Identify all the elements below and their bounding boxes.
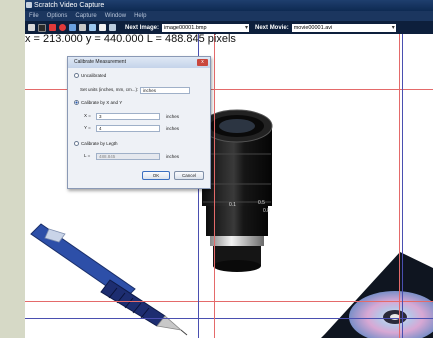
y-row: Y = — [84, 125, 94, 130]
cancel-button[interactable]: Cancel — [174, 171, 204, 180]
menu-options[interactable]: Options — [47, 11, 68, 21]
next-movie-label: Next Movie: — [255, 24, 289, 31]
y-unit: inches — [166, 126, 180, 131]
uncalibrated-radio[interactable] — [74, 73, 79, 78]
menu-window[interactable]: Window — [105, 11, 126, 21]
cd-case — [321, 252, 433, 338]
x-row: X = — [84, 113, 94, 118]
calibrate-length-option[interactable]: Calibrate by Legth — [74, 141, 118, 146]
y-input[interactable]: 4 — [96, 125, 160, 132]
camera-lens: 0.1 0.5 0.8 — [201, 109, 273, 272]
calibrate-length-label: Calibrate by Legth — [81, 141, 118, 146]
next-movie-select[interactable]: movie00001.avi — [291, 23, 396, 32]
units-input[interactable]: inches — [140, 87, 190, 94]
units-row: Set units (inches, mm, cm...): — [80, 87, 139, 92]
close-icon[interactable]: x — [197, 59, 208, 66]
measure-icon[interactable] — [89, 24, 96, 31]
lens-mark-3: 0.8 — [263, 208, 270, 214]
menu-capture[interactable]: Capture — [75, 11, 96, 21]
calibrate-xy-label: Calibrate by X and Y — [81, 100, 123, 105]
x-input[interactable]: 3 — [96, 113, 160, 120]
lens-mark-2: 0.5 — [258, 200, 265, 206]
record-icon[interactable] — [49, 24, 56, 31]
zoom-icon[interactable] — [69, 24, 76, 31]
x-unit: inches — [166, 114, 180, 119]
l-row: L = — [84, 153, 94, 158]
next-image-select[interactable]: image00001.bmp — [162, 23, 250, 32]
grid-icon[interactable] — [99, 24, 106, 31]
stop-icon[interactable] — [59, 24, 66, 31]
new-icon[interactable] — [28, 24, 35, 31]
lens-mark-1: 0.1 — [229, 202, 236, 208]
title-bar: Scratch Video Capture — [25, 0, 433, 11]
uncalibrated-option[interactable]: Uncalibrated — [74, 73, 106, 78]
measurement-readout: x = 213.000 y = 440.000 L = 488.845 pixe… — [25, 33, 236, 45]
camera-icon[interactable] — [38, 23, 46, 32]
dialog-title: Calibrate Measurement — [74, 59, 126, 65]
capture-window: Scratch Video Capture File Options Captu… — [25, 0, 433, 338]
x-label: X = — [84, 113, 91, 118]
menu-file[interactable]: File — [29, 11, 39, 21]
l-input: 488.845 — [96, 153, 160, 160]
app-icon — [26, 2, 32, 8]
calibrate-xy-radio[interactable] — [74, 100, 79, 105]
line-tool-icon[interactable] — [79, 24, 86, 31]
calibrate-xy-option[interactable]: Calibrate by X and Y — [74, 100, 122, 105]
settings-icon[interactable] — [109, 24, 116, 31]
ok-button[interactable]: OK — [142, 171, 170, 180]
l-unit: inches — [166, 154, 180, 159]
y-label: Y = — [84, 125, 91, 130]
dialog-title-bar: Calibrate Measurement x — [68, 57, 210, 68]
uncalibrated-label: Uncalibrated — [81, 73, 107, 78]
set-units-label: Set units (inches, mm, cm...): — [80, 87, 139, 92]
next-image-label: Next Image: — [125, 24, 160, 31]
menu-bar: File Options Capture Window Help — [25, 11, 433, 21]
window-title: Scratch Video Capture — [34, 2, 105, 9]
calibrate-length-radio[interactable] — [74, 141, 79, 146]
calibrate-dialog: Calibrate Measurement x Uncalibrated Set… — [67, 56, 211, 189]
menu-help[interactable]: Help — [134, 11, 146, 21]
l-label: L = — [84, 153, 91, 158]
